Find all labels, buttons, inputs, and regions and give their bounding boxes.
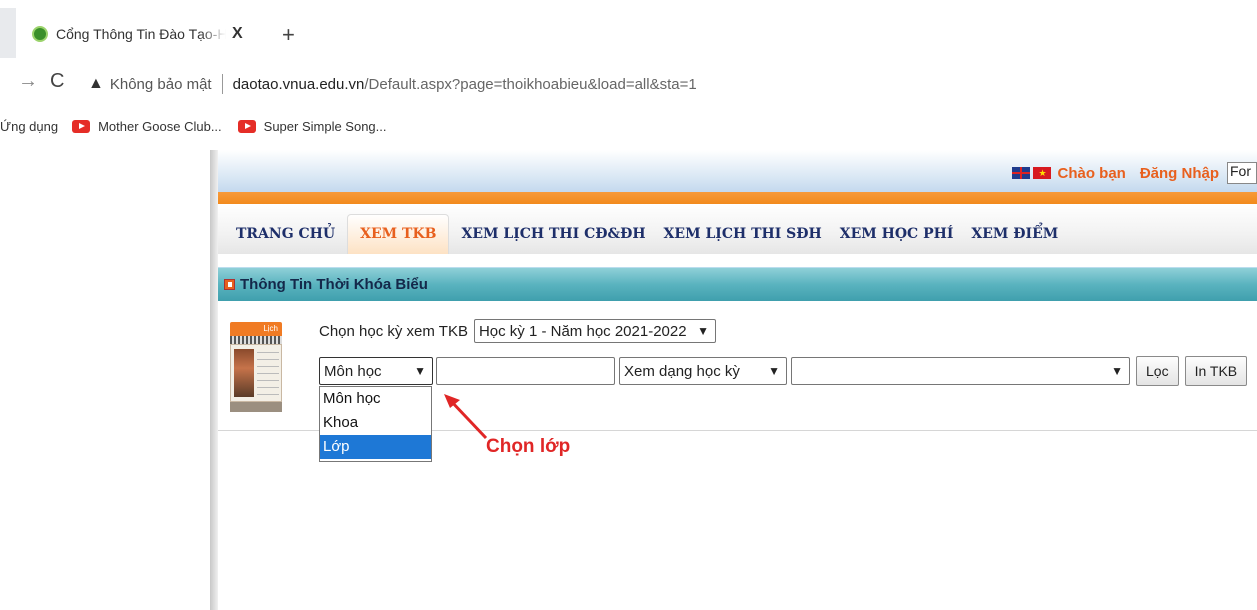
section-title-text: Thông Tin Thời Khóa Biểu: [240, 276, 428, 293]
chevron-down-icon: ▼: [768, 364, 780, 378]
search-input[interactable]: [436, 357, 615, 385]
main-menu: TRANG CHỦ XEM TKB XEM LỊCH THI CĐ&ĐH XEM…: [230, 214, 1070, 254]
search-type-value: Môn học: [324, 362, 382, 380]
vn-flag-icon[interactable]: ★: [1033, 167, 1052, 179]
warning-triangle-icon[interactable]: ▲: [88, 75, 104, 93]
filter-row: Môn học ▼ Xem dạng học kỳ ▼ ▼ Lọc In TKB: [319, 356, 1248, 386]
page-left-margin: [0, 150, 212, 610]
tab-edge: [0, 8, 16, 58]
term-row: Chọn học kỳ xem TKB Học kỳ 1 - Năm học 2…: [319, 319, 716, 343]
calendar-icon: Lịch: [230, 322, 282, 412]
forward-arrow-icon[interactable]: →: [18, 70, 38, 93]
calendar-base: [230, 402, 282, 412]
tab-title: Cổng Thông Tin Đào Tạo-Học viện Nông ngh…: [56, 26, 226, 42]
print-timetable-button[interactable]: In TKB: [1184, 356, 1248, 386]
bookmark-apps[interactable]: Ứng dụng: [0, 119, 58, 134]
view-mode-select[interactable]: Xem dạng học kỳ ▼: [619, 357, 787, 385]
menu-item-home[interactable]: TRANG CHỦ: [230, 214, 341, 254]
address-bar[interactable]: ▲ Không bảo mật daotao.vnua.edu.vn/Defau…: [88, 66, 1257, 102]
bookmark-label: Super Simple Song...: [263, 118, 387, 134]
search-type-select[interactable]: Môn học ▼: [319, 357, 433, 385]
dropdown-option-faculty[interactable]: Khoa: [320, 411, 431, 435]
menu-item-timetable[interactable]: XEM TKB: [347, 214, 450, 254]
filter-button[interactable]: Lọc: [1136, 356, 1179, 386]
login-link[interactable]: Đăng Nhập: [1140, 165, 1219, 182]
youtube-icon: [72, 119, 91, 133]
search-type-dropdown: Môn học Khoa Lớp: [319, 386, 432, 462]
youtube-icon: [237, 119, 256, 133]
section-title: Thông Tin Thời Khóa Biểu: [224, 276, 428, 293]
calendar-page: [230, 344, 282, 402]
menu-item-exam-schedule[interactable]: XEM LỊCH THI CĐ&ĐH: [455, 214, 651, 254]
chevron-down-icon: ▼: [697, 324, 709, 338]
chevron-down-icon: ▼: [1111, 364, 1123, 378]
term-label: Chọn học kỳ xem TKB: [319, 322, 468, 340]
greeting-text: Chào bạn: [1057, 164, 1126, 182]
orange-divider-bar: [218, 192, 1257, 204]
bookmark-label: Mother Goose Club...: [98, 118, 222, 134]
calendar-grid: [257, 351, 279, 395]
calendar-photo: [234, 349, 254, 397]
reload-icon[interactable]: C: [50, 70, 64, 93]
new-tab-icon[interactable]: +: [282, 22, 295, 48]
menu-item-tuition[interactable]: XEM HỌC PHÍ: [834, 214, 960, 254]
view-mode-value: Xem dạng học kỳ: [624, 362, 740, 380]
menu-item-grad-exam-schedule[interactable]: XEM LỊCH THI SĐH: [658, 214, 828, 254]
header-user-area: ★ Chào bạn Đăng Nhập For: [1012, 162, 1257, 184]
term-select-value: Học kỳ 1 - Năm học 2021-2022: [478, 322, 687, 340]
header-login-input[interactable]: For: [1227, 162, 1257, 184]
week-select[interactable]: ▼: [791, 357, 1130, 385]
close-tab-icon[interactable]: X: [232, 25, 243, 43]
calendar-rings: [230, 336, 282, 344]
url-path: /Default.aspx?page=thoikhoabieu&load=all…: [364, 75, 697, 93]
bookmark-item[interactable]: Mother Goose Club...: [72, 119, 222, 134]
url-host: daotao.vnua.edu.vn: [232, 75, 365, 93]
bookmarks-bar: Ứng dụng Mother Goose Club... Super Simp…: [0, 112, 1257, 140]
site-favicon-icon: [32, 26, 48, 42]
annotation-arrow-icon: [444, 394, 488, 440]
term-select[interactable]: Học kỳ 1 - Năm học 2021-2022 ▼: [473, 319, 716, 343]
security-label[interactable]: Không bảo mật: [110, 76, 212, 93]
section-bullet-icon: [224, 279, 235, 290]
omnibox-divider: [221, 74, 223, 94]
uk-flag-icon[interactable]: [1012, 167, 1031, 179]
chevron-down-icon: ▼: [414, 364, 426, 378]
dropdown-option-class[interactable]: Lớp: [320, 435, 431, 459]
menu-item-grades[interactable]: XEM ĐIỂM: [965, 214, 1064, 254]
browser-tab[interactable]: Cổng Thông Tin Đào Tạo-Học viện Nông ngh…: [22, 12, 268, 56]
annotation-label: Chọn lớp: [486, 436, 571, 457]
bookmark-item[interactable]: Super Simple Song...: [237, 118, 387, 134]
calendar-label: Lịch: [230, 322, 282, 336]
page-shadow: [210, 150, 218, 610]
dropdown-option-subject[interactable]: Môn học: [320, 387, 431, 411]
